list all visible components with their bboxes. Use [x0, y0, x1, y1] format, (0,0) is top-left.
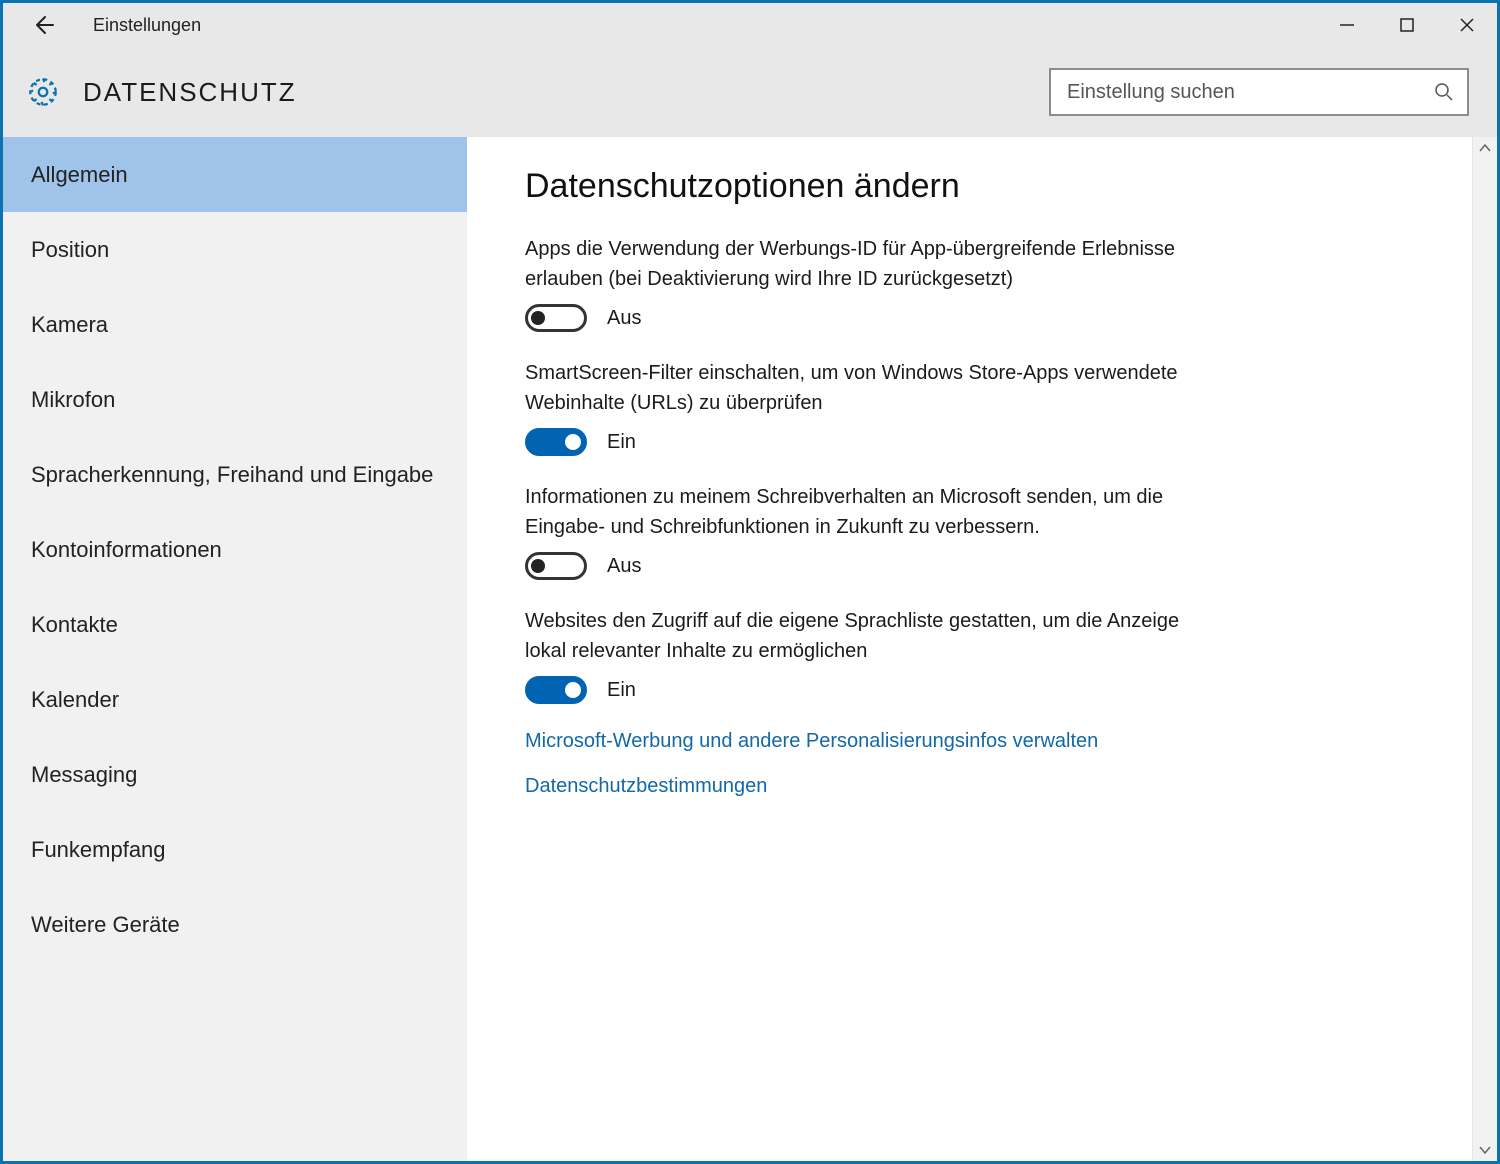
sidebar-item-label: Spracherkennung, Freihand und Eingabe — [31, 462, 433, 488]
minimize-button[interactable] — [1317, 3, 1377, 47]
sidebar-item-label: Kontakte — [31, 612, 118, 638]
sidebar-item-funkempfang[interactable]: Funkempfang — [3, 812, 467, 887]
maximize-icon — [1398, 16, 1416, 34]
setting-smartscreen: SmartScreen-Filter einschalten, um von W… — [525, 358, 1444, 456]
page-title: DATENSCHUTZ — [83, 77, 297, 108]
setting-description: SmartScreen-Filter einschalten, um von W… — [525, 358, 1185, 418]
scroll-up-button[interactable] — [1473, 137, 1497, 159]
window-controls — [1317, 3, 1497, 47]
chevron-down-icon — [1479, 1145, 1491, 1155]
sidebar-item-kalender[interactable]: Kalender — [3, 662, 467, 737]
sidebar-item-kontakte[interactable]: Kontakte — [3, 587, 467, 662]
page-header: DATENSCHUTZ — [3, 47, 1497, 137]
sidebar-item-position[interactable]: Position — [3, 212, 467, 287]
toggle-state-label: Ein — [607, 679, 636, 702]
sidebar-item-kontoinformationen[interactable]: Kontoinformationen — [3, 512, 467, 587]
search-input[interactable] — [1065, 80, 1433, 105]
setting-description: Apps die Verwendung der Werbungs-ID für … — [525, 234, 1185, 294]
scroll-down-button[interactable] — [1473, 1139, 1497, 1161]
arrow-left-icon — [31, 13, 55, 37]
sidebar-item-label: Weitere Geräte — [31, 912, 180, 938]
toggle-state-label: Aus — [607, 307, 641, 330]
body: Allgemein Position Kamera Mikrofon Sprac… — [3, 137, 1497, 1161]
maximize-button[interactable] — [1377, 3, 1437, 47]
toggle-language-list[interactable] — [525, 676, 587, 704]
setting-typing-info: Informationen zu meinem Schreibverhalten… — [525, 482, 1444, 580]
sidebar-item-spracherkennung[interactable]: Spracherkennung, Freihand und Eingabe — [3, 437, 467, 512]
sidebar-item-label: Funkempfang — [31, 837, 166, 863]
sidebar-item-label: Messaging — [31, 762, 137, 788]
sidebar-item-mikrofon[interactable]: Mikrofon — [3, 362, 467, 437]
toggle-smartscreen[interactable] — [525, 428, 587, 456]
link-manage-advertising[interactable]: Microsoft-Werbung und andere Personalisi… — [525, 730, 1444, 753]
sidebar-item-label: Kontoinformationen — [31, 537, 222, 563]
vertical-scrollbar[interactable] — [1472, 137, 1497, 1161]
setting-description: Websites den Zugriff auf die eigene Spra… — [525, 606, 1185, 666]
sidebar-item-allgemein[interactable]: Allgemein — [3, 137, 467, 212]
toggle-state-label: Aus — [607, 555, 641, 578]
gear-icon — [25, 74, 61, 110]
toggle-typing-info[interactable] — [525, 552, 587, 580]
titlebar: Einstellungen — [3, 3, 1497, 47]
sidebar-item-label: Kalender — [31, 687, 119, 713]
sidebar-item-label: Mikrofon — [31, 387, 115, 413]
close-button[interactable] — [1437, 3, 1497, 47]
link-privacy-statement[interactable]: Datenschutzbestimmungen — [525, 775, 1444, 798]
setting-language-list: Websites den Zugriff auf die eigene Spra… — [525, 606, 1444, 704]
content-heading: Datenschutzoptionen ändern — [525, 167, 1444, 206]
sidebar-item-label: Position — [31, 237, 109, 263]
settings-window: Einstellungen DATENSCHUTZ — [0, 0, 1500, 1164]
search-box[interactable] — [1049, 68, 1469, 116]
sidebar-item-label: Allgemein — [31, 162, 128, 188]
sidebar-item-messaging[interactable]: Messaging — [3, 737, 467, 812]
sidebar: Allgemein Position Kamera Mikrofon Sprac… — [3, 137, 467, 1161]
search-icon — [1433, 81, 1455, 103]
window-title: Einstellungen — [93, 15, 201, 36]
minimize-icon — [1338, 16, 1356, 34]
chevron-up-icon — [1479, 143, 1491, 153]
sidebar-item-weitere-geraete[interactable]: Weitere Geräte — [3, 887, 467, 962]
setting-advertising-id: Apps die Verwendung der Werbungs-ID für … — [525, 234, 1444, 332]
sidebar-item-label: Kamera — [31, 312, 108, 338]
toggle-state-label: Ein — [607, 431, 636, 454]
content-area: Datenschutzoptionen ändern Apps die Verw… — [467, 137, 1497, 1161]
toggle-advertising-id[interactable] — [525, 304, 587, 332]
close-icon — [1458, 16, 1476, 34]
back-button[interactable] — [23, 5, 63, 45]
setting-description: Informationen zu meinem Schreibverhalten… — [525, 482, 1185, 542]
sidebar-item-kamera[interactable]: Kamera — [3, 287, 467, 362]
